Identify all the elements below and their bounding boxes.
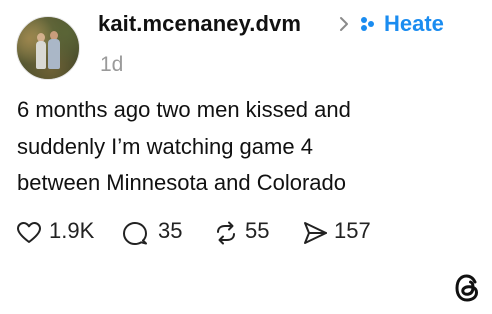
post-body-line: suddenly I’m watching game 4 <box>17 133 313 159</box>
reply-button[interactable]: 35 <box>122 216 197 248</box>
reply-count: 35 <box>158 218 183 243</box>
threads-post: kait.mcenaney.dvm Heate 1d 6 months ago … <box>0 0 492 314</box>
like-button[interactable]: 1.9K <box>16 216 106 248</box>
share-count: 157 <box>334 218 371 243</box>
comment-icon <box>123 222 147 245</box>
repost-icon <box>217 221 235 245</box>
repost-button[interactable]: 55 <box>213 216 288 248</box>
timestamp: 1d <box>100 53 124 76</box>
topic-tag[interactable]: Heate <box>384 11 444 37</box>
post-body: 6 months ago two men kissed and suddenly… <box>17 92 351 202</box>
post-body-line: 6 months ago two men kissed and <box>17 97 351 122</box>
post-body-line: between Minnesota and Colorado <box>17 170 347 195</box>
share-button[interactable]: 157 <box>302 216 382 248</box>
chevron-right-icon <box>338 14 350 34</box>
share-icon <box>304 222 327 244</box>
heart-icon <box>17 222 41 243</box>
like-count: 1.9K <box>49 218 95 243</box>
threads-logo-icon[interactable] <box>452 272 482 304</box>
repost-count: 55 <box>245 218 270 243</box>
topic-tag-icon <box>359 15 377 33</box>
avatar[interactable] <box>16 16 80 80</box>
username[interactable]: kait.mcenaney.dvm <box>98 11 301 37</box>
